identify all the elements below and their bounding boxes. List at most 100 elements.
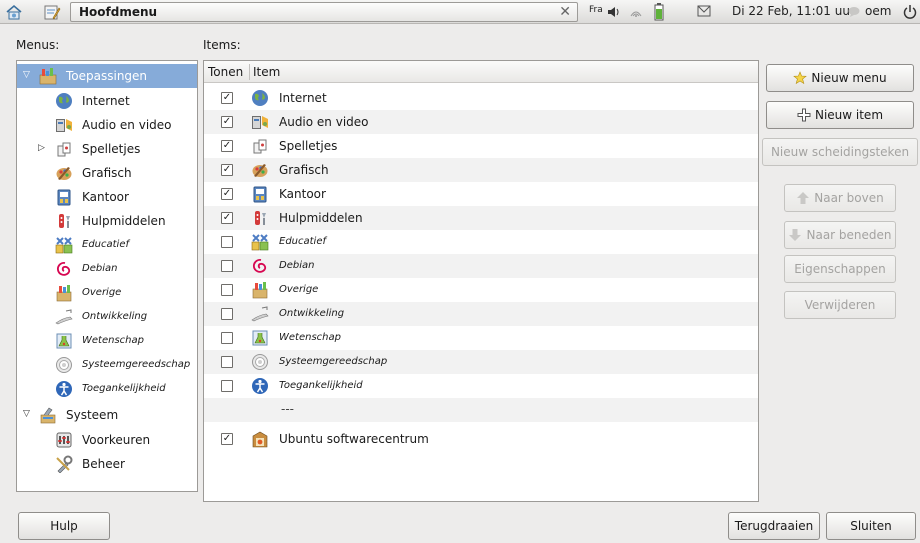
- table-row[interactable]: ✓ Audio en video: [204, 110, 758, 134]
- table-row[interactable]: Debian: [204, 254, 758, 278]
- tree-item-label: Debian: [82, 263, 118, 274]
- tree-item-hulpmiddelen[interactable]: Hulpmiddelen: [17, 209, 197, 233]
- column-header-item[interactable]: Item: [253, 65, 280, 79]
- tree-item-ontwikkeling[interactable]: Ontwikkeling: [17, 305, 197, 329]
- tree-item-educatief[interactable]: Educatief: [17, 233, 197, 257]
- table-row[interactable]: ✓ Grafisch: [204, 158, 758, 182]
- table-row[interactable]: Systeemgereedschap: [204, 350, 758, 374]
- education-icon: [251, 233, 269, 251]
- close-button[interactable]: Sluiten: [826, 512, 916, 540]
- show-checkbox[interactable]: ✓: [221, 116, 233, 128]
- accessibility-icon: [55, 380, 73, 398]
- mail-icon[interactable]: [697, 5, 711, 17]
- show-checkbox[interactable]: [221, 236, 233, 248]
- table-row-separator[interactable]: ---: [204, 398, 758, 422]
- new-item-button[interactable]: Nieuw item: [766, 101, 914, 129]
- table-row[interactable]: ✓ Ubuntu softwarecentrum: [204, 427, 758, 451]
- show-checkbox[interactable]: [221, 380, 233, 392]
- show-checkbox[interactable]: [221, 284, 233, 296]
- item-label: Internet: [279, 91, 327, 105]
- menus-tree[interactable]: ▽ Toepassingen Internet Audio en video ▷…: [16, 60, 198, 492]
- items-table[interactable]: Tonen Item ✓ Internet ✓ Audio en video ✓…: [203, 60, 759, 502]
- revert-label: Terugdraaien: [734, 519, 814, 533]
- show-checkbox[interactable]: [221, 260, 233, 272]
- close-icon[interactable]: ✕: [559, 4, 571, 20]
- table-row[interactable]: Educatief: [204, 230, 758, 254]
- move-down-button[interactable]: Naar beneden: [784, 221, 896, 249]
- show-checkbox[interactable]: ✓: [221, 92, 233, 104]
- tree-item-kantoor[interactable]: Kantoor: [17, 185, 197, 209]
- column-header-show[interactable]: Tonen: [208, 65, 243, 79]
- close-label: Sluiten: [850, 519, 892, 533]
- tree-item-label: Toepassingen: [66, 69, 148, 83]
- tree-item-label: Hulpmiddelen: [82, 214, 166, 228]
- table-row[interactable]: ✓ Hulpmiddelen: [204, 206, 758, 230]
- show-checkbox[interactable]: ✓: [221, 433, 233, 445]
- move-down-label: Naar beneden: [806, 228, 892, 242]
- battery-icon[interactable]: [654, 3, 664, 21]
- delete-label: Verwijderen: [804, 298, 876, 312]
- window-title: Hoofdmenu: [79, 5, 158, 19]
- power-icon[interactable]: [903, 4, 917, 20]
- tree-item-overige[interactable]: Overige: [17, 281, 197, 305]
- expander-expanded-icon[interactable]: ▽: [23, 70, 30, 80]
- tree-item-grafisch[interactable]: Grafisch: [17, 161, 197, 185]
- table-row[interactable]: Wetenschap: [204, 326, 758, 350]
- item-label: Overige: [279, 284, 319, 295]
- table-row[interactable]: ✓ Spelletjes: [204, 134, 758, 158]
- arrow-down-icon: [789, 229, 802, 241]
- network-icon[interactable]: [628, 4, 644, 20]
- tree-item-label: Educatief: [82, 239, 130, 250]
- system-icon: [39, 406, 57, 424]
- chat-status-icon[interactable]: [848, 6, 860, 18]
- item-label: Grafisch: [279, 163, 329, 177]
- expander-expanded-icon[interactable]: ▽: [23, 409, 30, 419]
- new-separator-button[interactable]: Nieuw scheidingsteken: [762, 138, 918, 166]
- show-checkbox[interactable]: [221, 308, 233, 320]
- show-checkbox[interactable]: ✓: [221, 212, 233, 224]
- tree-item-systeem[interactable]: ▽ Systeem: [17, 403, 197, 427]
- column-divider[interactable]: [249, 64, 250, 80]
- administration-icon: [55, 455, 73, 473]
- multimedia-icon: [55, 116, 73, 134]
- home-icon[interactable]: [5, 3, 23, 21]
- tree-item-voorkeuren[interactable]: Voorkeuren: [17, 428, 197, 452]
- table-row[interactable]: Toegankelijkheid: [204, 374, 758, 398]
- show-checkbox[interactable]: [221, 356, 233, 368]
- tree-item-debian[interactable]: Debian: [17, 257, 197, 281]
- help-button[interactable]: Hulp: [18, 512, 110, 540]
- tree-item-label: Spelletjes: [82, 142, 141, 156]
- new-menu-button[interactable]: Nieuw menu: [766, 64, 914, 92]
- properties-button[interactable]: Eigenschappen: [784, 255, 896, 283]
- tree-item-label: Systeem: [66, 408, 119, 422]
- revert-button[interactable]: Terugdraaien: [728, 512, 820, 540]
- tree-item-spelletjes[interactable]: ▷ Spelletjes: [17, 137, 197, 161]
- tree-item-toepassingen[interactable]: ▽ Toepassingen: [17, 64, 197, 88]
- plus-icon: [797, 108, 811, 122]
- window-title-box[interactable]: Hoofdmenu ✕: [70, 2, 578, 22]
- table-row[interactable]: ✓ Kantoor: [204, 182, 758, 206]
- expander-collapsed-icon[interactable]: ▷: [38, 143, 45, 153]
- tree-item-label: Internet: [82, 94, 130, 108]
- tree-item-label: Systeemgereedschap: [82, 359, 191, 370]
- tree-item-beheer[interactable]: Beheer: [17, 452, 197, 476]
- table-row[interactable]: Overige: [204, 278, 758, 302]
- tree-item-wetenschap[interactable]: Wetenschap: [17, 329, 197, 353]
- delete-button[interactable]: Verwijderen: [784, 291, 896, 319]
- tree-item-internet[interactable]: Internet: [17, 89, 197, 113]
- tree-item-audio-en-video[interactable]: Audio en video: [17, 113, 197, 137]
- show-checkbox[interactable]: ✓: [221, 164, 233, 176]
- show-checkbox[interactable]: [221, 332, 233, 344]
- clock[interactable]: Di 22 Feb, 11:01 uur: [732, 4, 855, 18]
- tree-item-systeemgereedschap[interactable]: Systeemgereedschap: [17, 353, 197, 377]
- move-up-button[interactable]: Naar boven: [784, 184, 896, 212]
- user-name[interactable]: oem: [865, 4, 891, 18]
- volume-icon[interactable]: [606, 4, 622, 20]
- table-row[interactable]: ✓ Internet: [204, 86, 758, 110]
- text-editor-icon[interactable]: [43, 3, 61, 21]
- show-checkbox[interactable]: ✓: [221, 140, 233, 152]
- keyboard-layout-indicator[interactable]: Fra: [589, 5, 603, 15]
- tree-item-toegankelijkheid[interactable]: Toegankelijkheid: [17, 377, 197, 401]
- show-checkbox[interactable]: ✓: [221, 188, 233, 200]
- table-row[interactable]: Ontwikkeling: [204, 302, 758, 326]
